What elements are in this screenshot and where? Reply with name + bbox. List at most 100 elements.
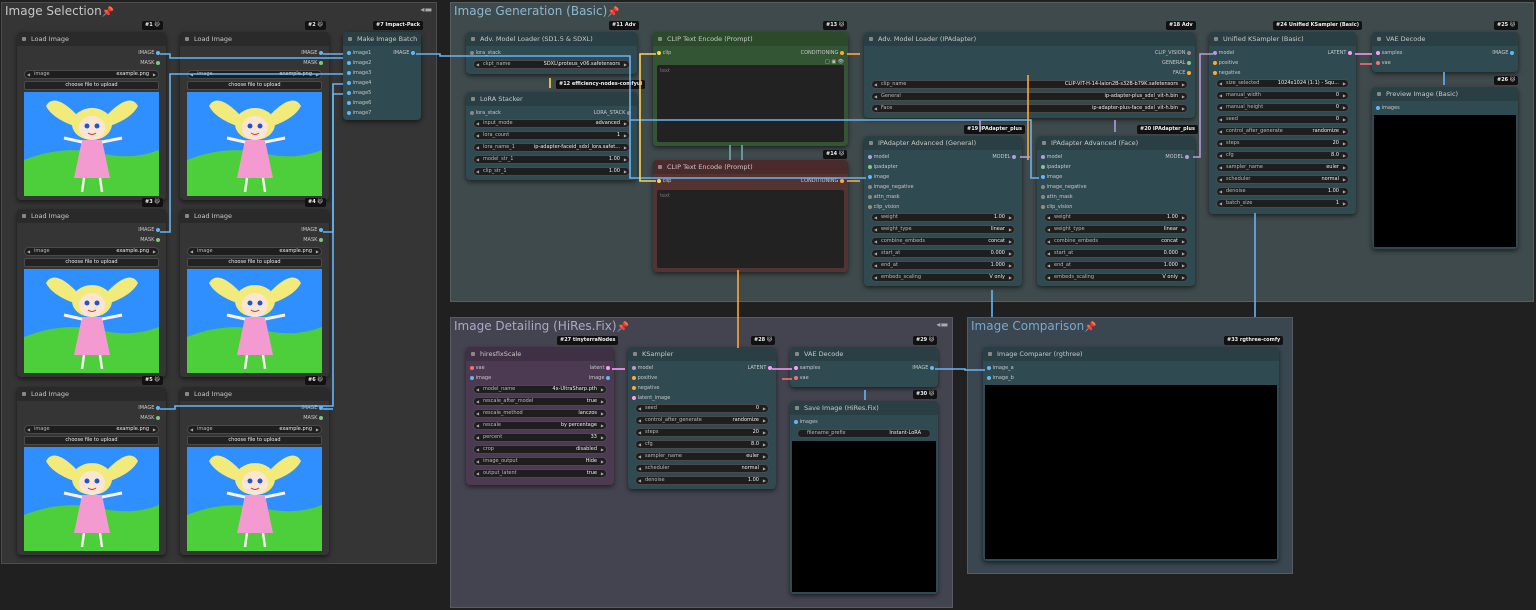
input-dot[interactable] <box>794 365 798 370</box>
widget-output-latent[interactable]: output_latent true <box>473 469 607 478</box>
upload-button[interactable]: choose file to upload <box>187 436 322 445</box>
output-dot[interactable] <box>1012 154 1016 159</box>
widget-sampler-name[interactable]: sampler_name euler <box>635 452 769 461</box>
clip-text-encode-positive[interactable]: CLIP Text Encode (Prompt) clip CONDITION… <box>653 32 848 146</box>
widget-rescale-after-model[interactable]: rescale_after_model true <box>473 397 607 406</box>
input-dot[interactable] <box>347 100 351 105</box>
ipadapter-face-node[interactable]: IPAdapter Advanced (Face) MODEL model ip… <box>1037 136 1195 286</box>
load-image-node-4[interactable]: Load Image IMAGE MASK image example.png c… <box>180 209 329 377</box>
output-dot[interactable] <box>156 237 160 242</box>
output-dot[interactable] <box>627 110 631 115</box>
output-dot[interactable] <box>606 375 610 380</box>
image-select[interactable]: image example.png <box>187 425 322 434</box>
widget-crop[interactable]: crop disabled <box>473 445 607 454</box>
output-dot[interactable] <box>319 415 323 420</box>
widget-face[interactable]: Face ip-adapter-plus-face_sdxl_vit-h.bin <box>871 104 1188 113</box>
widget-image-output[interactable]: image_output Hide <box>473 457 607 466</box>
upload-button[interactable]: choose file to upload <box>24 436 159 445</box>
image-select[interactable]: image example.png <box>24 425 159 434</box>
input-dot[interactable] <box>1213 70 1217 75</box>
output-dot[interactable] <box>606 365 610 370</box>
upload-button[interactable]: choose file to upload <box>24 258 159 267</box>
output-dot[interactable] <box>1510 50 1514 55</box>
input-dot[interactable] <box>868 204 872 209</box>
widget-weight[interactable]: weight 1.00 <box>871 213 1015 222</box>
widget-batch-size[interactable]: batch_size 1 <box>1216 199 1349 208</box>
widget-steps[interactable]: steps 20 <box>635 428 769 437</box>
output-dot[interactable] <box>411 50 415 55</box>
input-dot[interactable] <box>1213 50 1217 55</box>
output-dot[interactable] <box>319 237 323 242</box>
ckpt-name-select[interactable]: ckpt_name SDXL\proteus_v06.safetensors <box>473 60 630 69</box>
input-dot[interactable] <box>868 154 872 159</box>
input-dot[interactable] <box>657 50 661 55</box>
output-dot[interactable] <box>156 50 160 55</box>
output-dot[interactable] <box>930 365 934 370</box>
clip-text-encode-negative[interactable]: CLIP Text Encode (Prompt) clip CONDITION… <box>653 160 848 272</box>
widget-rescale-method[interactable]: rescale_method lanczos <box>473 409 607 418</box>
widget-embeds-scaling[interactable]: embeds_scaling V only <box>871 273 1015 282</box>
input-dot[interactable] <box>1213 60 1217 65</box>
input-dot[interactable] <box>657 178 661 183</box>
image-select[interactable]: image example.png <box>187 70 322 79</box>
widget-general[interactable]: General ip-adapter-plus_sdxl_vit-h.bin <box>871 92 1188 101</box>
input-dot[interactable] <box>470 365 474 370</box>
widget-embeds-scaling[interactable]: embeds_scaling V only <box>1044 273 1188 282</box>
widget-weight-type[interactable]: weight_type linear <box>1044 225 1188 234</box>
vae-decode-node-2[interactable]: VAE Decode samples vae IMAGE <box>790 347 938 387</box>
input-dot[interactable] <box>1041 164 1045 169</box>
load-image-node-5[interactable]: Load Image IMAGE MASK image example.png c… <box>17 387 166 555</box>
input-dot[interactable] <box>347 60 351 65</box>
input-dot[interactable] <box>1041 204 1045 209</box>
widget-manual-height[interactable]: manual_height 0 <box>1216 103 1349 112</box>
make-image-batch-node[interactable]: Make Image Batch IMAGE image1 image2 ima… <box>343 32 421 120</box>
node-graph-canvas[interactable]: Image Selection📌 ◂▬ Image Generation (Ba… <box>0 0 1536 610</box>
widget-model-str[interactable]: model_str_1 1.00 <box>473 155 630 164</box>
widget-input-mode[interactable]: input_mode advanced <box>473 119 630 128</box>
widget-manual-width[interactable]: manual_width 0 <box>1216 91 1349 100</box>
widget-clip-str[interactable]: clip_str_1 1.00 <box>473 167 630 176</box>
widget-size-selected[interactable]: size_selected 1024x1024 (1:1) - Squ... <box>1216 79 1349 88</box>
output-dot[interactable] <box>768 365 772 370</box>
output-dot[interactable] <box>156 227 160 232</box>
vae-decode-node-1[interactable]: VAE Decode samples vae IMAGE <box>1372 32 1518 72</box>
input-dot[interactable] <box>632 375 636 380</box>
output-dot[interactable] <box>1187 70 1191 75</box>
input-dot[interactable] <box>1041 194 1045 199</box>
widget-seed[interactable]: seed 0 <box>1216 115 1349 124</box>
widget-start-at[interactable]: start_at 0.000 <box>871 249 1015 258</box>
output-dot[interactable] <box>319 227 323 232</box>
widget-scheduler[interactable]: scheduler normal <box>1216 175 1349 184</box>
widget-denoise[interactable]: denoise 1.00 <box>1216 187 1349 196</box>
widget-percent[interactable]: percent 33 <box>473 433 607 442</box>
load-image-node-2[interactable]: Load Image IMAGE MASK image example.png c… <box>180 32 329 200</box>
input-dot[interactable] <box>347 110 351 115</box>
input-dot[interactable] <box>868 174 872 179</box>
widget-seed[interactable]: seed 0 <box>635 404 769 413</box>
widget-rescale[interactable]: rescale by percentage <box>473 421 607 430</box>
input-dot[interactable] <box>470 50 474 55</box>
upload-button[interactable]: choose file to upload <box>187 258 322 267</box>
input-dot[interactable] <box>632 385 636 390</box>
unified-ksampler-node[interactable]: Unified KSampler (Basic) LATENT model po… <box>1209 32 1356 214</box>
output-dot[interactable] <box>319 50 323 55</box>
output-dot[interactable] <box>319 60 323 65</box>
output-dot[interactable] <box>156 405 160 410</box>
widget-combine-embeds[interactable]: combine_embeds concat <box>871 237 1015 246</box>
output-dot[interactable] <box>1187 50 1191 55</box>
widget-combine-embeds[interactable]: combine_embeds concat <box>1044 237 1188 246</box>
adv-model-loader-node[interactable]: Adv. Model Loader (SD1.5 & SDXL) lora_st… <box>466 32 637 74</box>
filename-prefix-input[interactable]: filename_prefix Instant-LoRA <box>797 429 931 438</box>
load-image-node-3[interactable]: Load Image IMAGE MASK image example.png c… <box>17 209 166 377</box>
input-dot[interactable] <box>1376 50 1380 55</box>
input-dot[interactable] <box>347 70 351 75</box>
output-dot[interactable] <box>840 50 844 55</box>
input-dot[interactable] <box>987 365 991 370</box>
input-dot[interactable] <box>1041 174 1045 179</box>
input-dot[interactable] <box>794 419 798 424</box>
image-comparer-node[interactable]: Image Comparer (rgthree) image_a image_b <box>983 347 1279 561</box>
widget-weight-type[interactable]: weight_type linear <box>871 225 1015 234</box>
input-dot[interactable] <box>1041 184 1045 189</box>
input-dot[interactable] <box>347 80 351 85</box>
input-dot[interactable] <box>470 110 474 115</box>
